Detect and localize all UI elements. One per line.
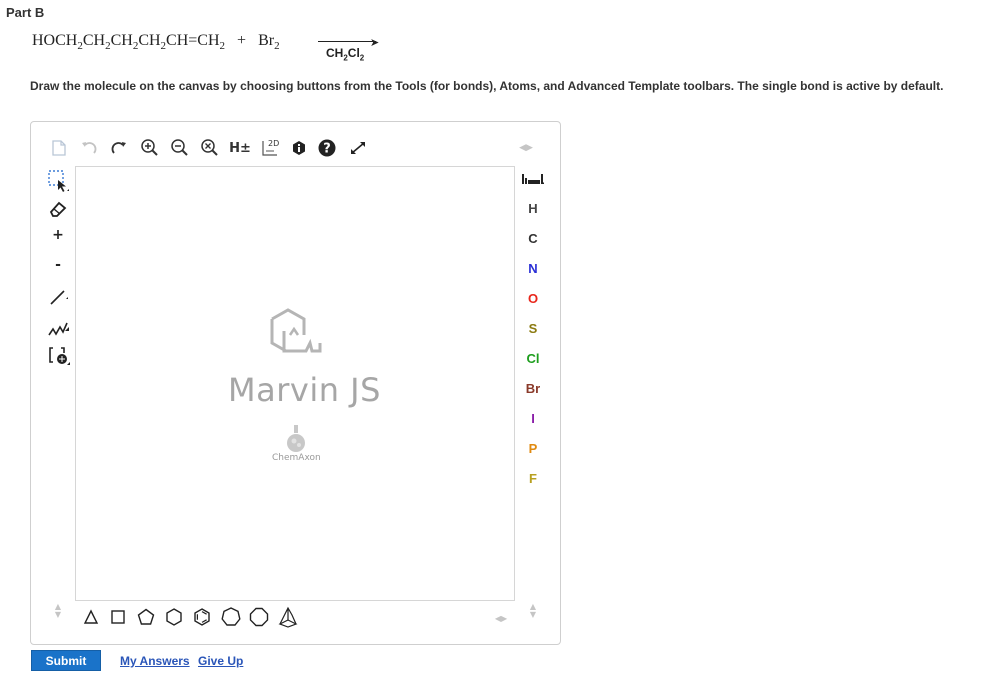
benzene-template-icon[interactable] bbox=[191, 606, 213, 628]
instructions-text: Draw the molecule on the canvas by choos… bbox=[30, 79, 944, 93]
periodic-table-icon[interactable] bbox=[519, 168, 547, 190]
atom-F-button[interactable]: F bbox=[519, 465, 547, 491]
bicyclic-template-icon[interactable] bbox=[275, 604, 301, 630]
logo-subtext: ChemAxon bbox=[272, 453, 321, 463]
info-icon[interactable] bbox=[289, 138, 309, 158]
clean-2d-label: 2D bbox=[268, 139, 279, 148]
atom-N-button[interactable]: N bbox=[519, 255, 547, 281]
decrease-charge-button[interactable]: - bbox=[48, 255, 68, 275]
eraser-icon[interactable] bbox=[46, 198, 70, 220]
reactant-2: Br2 bbox=[258, 32, 280, 53]
arrow-head-icon: ➤ bbox=[370, 36, 380, 49]
plus-sign: + bbox=[237, 32, 247, 49]
zoom-out-icon[interactable] bbox=[169, 137, 191, 159]
submit-button[interactable]: Submit bbox=[31, 650, 101, 671]
left-scroll-arrows-icon[interactable]: ▲ ▼ bbox=[46, 601, 70, 621]
hexagon-template-icon[interactable] bbox=[163, 606, 185, 628]
give-up-link[interactable]: Give Up bbox=[198, 654, 243, 668]
atom-S-button[interactable]: S bbox=[519, 315, 547, 341]
zoom-fit-icon[interactable] bbox=[199, 137, 221, 159]
pentagon-template-icon[interactable] bbox=[135, 606, 157, 628]
single-bond-icon[interactable] bbox=[46, 285, 70, 309]
reactant-1: HOCH2CH2CH2CH2CH=CH2 bbox=[32, 32, 226, 53]
solvent-label: CH2Cl2 bbox=[326, 46, 365, 63]
template-tool-icon[interactable] bbox=[46, 344, 72, 368]
triangle-template-icon[interactable] bbox=[81, 606, 101, 628]
help-label: ? bbox=[323, 142, 331, 157]
fullscreen-icon[interactable] bbox=[347, 138, 369, 158]
chain-tool-icon[interactable] bbox=[46, 315, 70, 339]
part-title: Part B bbox=[6, 5, 45, 20]
atom-O-button[interactable]: O bbox=[519, 285, 547, 311]
atom-I-button[interactable]: I bbox=[519, 405, 547, 431]
atom-Br-button[interactable]: Br bbox=[519, 375, 547, 401]
chemaxon-logo-icon bbox=[287, 425, 305, 452]
right-scroll-arrows-icon[interactable]: ▲ ▼ bbox=[519, 601, 547, 621]
logo-text: Marvin JS bbox=[228, 371, 381, 409]
help-icon[interactable]: ? bbox=[317, 137, 337, 159]
bottom-scroll-arrows-icon[interactable]: ◀▶ bbox=[489, 610, 513, 626]
top-scroll-arrows-icon[interactable]: ◀▶ bbox=[515, 138, 537, 158]
atom-P-button[interactable]: P bbox=[519, 435, 547, 461]
my-answers-link[interactable]: My Answers bbox=[120, 654, 190, 668]
heptagon-template-icon[interactable] bbox=[219, 606, 243, 628]
octagon-template-icon[interactable] bbox=[247, 606, 271, 628]
atom-H-button[interactable]: H bbox=[519, 195, 547, 221]
clean-2d-button[interactable]: 2D bbox=[259, 136, 281, 160]
hydrogen-toggle-button[interactable]: H± bbox=[227, 138, 253, 158]
atom-Cl-button[interactable]: Cl bbox=[519, 345, 547, 371]
marvin-logo-icon bbox=[270, 308, 322, 353]
redo-icon[interactable] bbox=[109, 138, 129, 158]
marvin-editor: H± 2D ? ◀▶ + - ▲ ▼ Marvin JS ChemAxon H … bbox=[30, 121, 561, 645]
reaction-arrow: ➤ CH2Cl2 bbox=[318, 36, 380, 66]
selection-tool-icon[interactable] bbox=[46, 168, 70, 194]
square-template-icon[interactable] bbox=[107, 606, 129, 628]
increase-charge-button[interactable]: + bbox=[48, 225, 68, 245]
undo-icon[interactable] bbox=[79, 138, 99, 158]
atom-C-button[interactable]: C bbox=[519, 225, 547, 251]
drawing-canvas[interactable]: Marvin JS ChemAxon bbox=[75, 166, 515, 601]
zoom-in-icon[interactable] bbox=[139, 137, 161, 159]
new-document-icon[interactable] bbox=[49, 138, 69, 158]
reaction-equation: HOCH2CH2CH2CH2CH=CH2 + Br2 bbox=[32, 32, 280, 52]
